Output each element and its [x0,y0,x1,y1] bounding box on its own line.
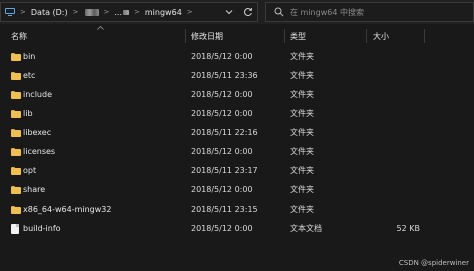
item-date: 2018/5/11 22:16 [191,128,258,137]
list-item[interactable]: lib 2018/5/12 0:00 文件夹 [0,104,474,123]
folder-icon [11,66,22,85]
column-divider[interactable] [366,29,367,43]
item-name: bin [23,52,36,61]
breadcrumb-separator[interactable]: > [73,8,79,16]
breadcrumb-separator[interactable]: > [104,8,110,16]
item-size [371,85,420,104]
list-item[interactable]: licenses 2018/5/12 0:00 文件夹 [0,142,474,161]
item-size [371,200,420,219]
folder-icon [11,142,22,161]
sort-ascending-icon [97,26,104,30]
item-date: 2018/5/12 0:00 [191,147,253,156]
list-item[interactable]: libexec 2018/5/11 22:16 文件夹 [0,123,474,142]
list-item[interactable]: opt 2018/5/11 23:17 文件夹 [0,161,474,180]
item-date: 2018/5/12 0:00 [191,109,253,118]
item-name: licenses [23,147,56,156]
item-date: 2018/5/11 23:15 [191,205,258,214]
item-type: 文件夹 [290,90,314,99]
list-item[interactable]: share 2018/5/12 0:00 文件夹 [0,180,474,199]
item-name: libexec [23,128,52,137]
item-date: 2018/5/12 0:00 [191,224,253,233]
item-size [371,47,420,66]
item-date: 2018/5/11 23:36 [191,71,258,80]
column-divider[interactable] [424,29,425,43]
column-divider[interactable] [284,29,285,43]
item-type: 文件夹 [290,71,314,80]
item-size [371,161,420,180]
breadcrumb-separator[interactable]: > [187,8,193,16]
column-header-date[interactable]: 修改日期 [191,28,223,44]
search-input[interactable] [290,7,470,17]
list-item[interactable]: bin 2018/5/12 0:00 文件夹 [0,47,474,66]
item-name: etc [23,71,36,80]
search-icon [274,7,284,17]
item-size [371,180,420,199]
search-box[interactable] [265,2,474,22]
item-type: 文本文档 [290,224,322,233]
breadcrumb-separator[interactable]: > [20,8,26,16]
column-header-size[interactable]: 大小 [373,28,389,44]
address-bar[interactable]: > Data (D:) > > ... > mingw64 > [0,2,258,22]
breadcrumb-separator[interactable]: > [134,8,140,16]
item-size [371,142,420,161]
folder-icon [11,200,22,219]
list-item[interactable]: etc 2018/5/11 23:36 文件夹 [0,66,474,85]
folder-icon [11,104,22,123]
item-size [371,66,420,85]
item-date: 2018/5/12 0:00 [191,185,253,194]
item-type: 文件夹 [290,52,314,61]
folder-icon [11,85,22,104]
refresh-button[interactable] [239,3,257,21]
chevron-down-icon [225,10,233,15]
item-size: 52 KB [396,224,420,233]
column-header-name[interactable]: 名称 [11,28,27,44]
item-type: 文件夹 [290,109,314,118]
breadcrumb-drive[interactable]: Data (D:) [31,8,68,17]
item-size [371,123,420,142]
history-dropdown-button[interactable] [221,3,237,21]
breadcrumb-current[interactable]: mingw64 [145,8,182,17]
folder-icon [11,161,22,180]
item-date: 2018/5/11 23:17 [191,166,258,175]
item-name: opt [23,166,37,175]
item-name: build-info [23,224,61,233]
item-type: 文件夹 [290,166,314,175]
item-name: include [23,90,52,99]
breadcrumb-redacted-folder[interactable] [84,8,99,16]
folder-icon [11,180,22,199]
item-size [371,104,420,123]
breadcrumb-ellipsis[interactable]: ... [114,8,122,17]
list-item[interactable]: build-info 2018/5/12 0:00 文本文档 52 KB [0,219,474,238]
item-type: 文件夹 [290,128,314,137]
item-date: 2018/5/12 0:00 [191,52,253,61]
column-header-row: 名称 修改日期 类型 大小 [0,28,474,44]
list-item[interactable]: include 2018/5/12 0:00 文件夹 [0,85,474,104]
folder-icon [11,123,22,142]
item-date: 2018/5/12 0:00 [191,90,253,99]
item-name: lib [23,109,33,118]
column-divider[interactable] [185,29,186,43]
item-name: x86_64-w64-mingw32 [23,205,112,214]
item-name: share [23,185,46,194]
watermark: CSDN @spiderwiner [398,259,469,267]
folder-icon [11,47,22,66]
address-toolbar: > Data (D:) > > ... > mingw64 > [0,0,474,24]
this-pc-icon[interactable] [5,8,15,16]
item-type: 文件夹 [290,147,314,156]
text-file-icon [11,219,22,238]
refresh-icon [244,8,252,17]
column-header-type[interactable]: 类型 [290,28,306,44]
breadcrumb: > Data (D:) > > ... > mingw64 > [1,3,198,21]
item-type: 文件夹 [290,205,314,214]
list-item[interactable]: x86_64-w64-mingw32 2018/5/11 23:15 文件夹 [0,200,474,219]
item-type: 文件夹 [290,185,314,194]
breadcrumb-redacted-folder[interactable] [123,9,130,15]
